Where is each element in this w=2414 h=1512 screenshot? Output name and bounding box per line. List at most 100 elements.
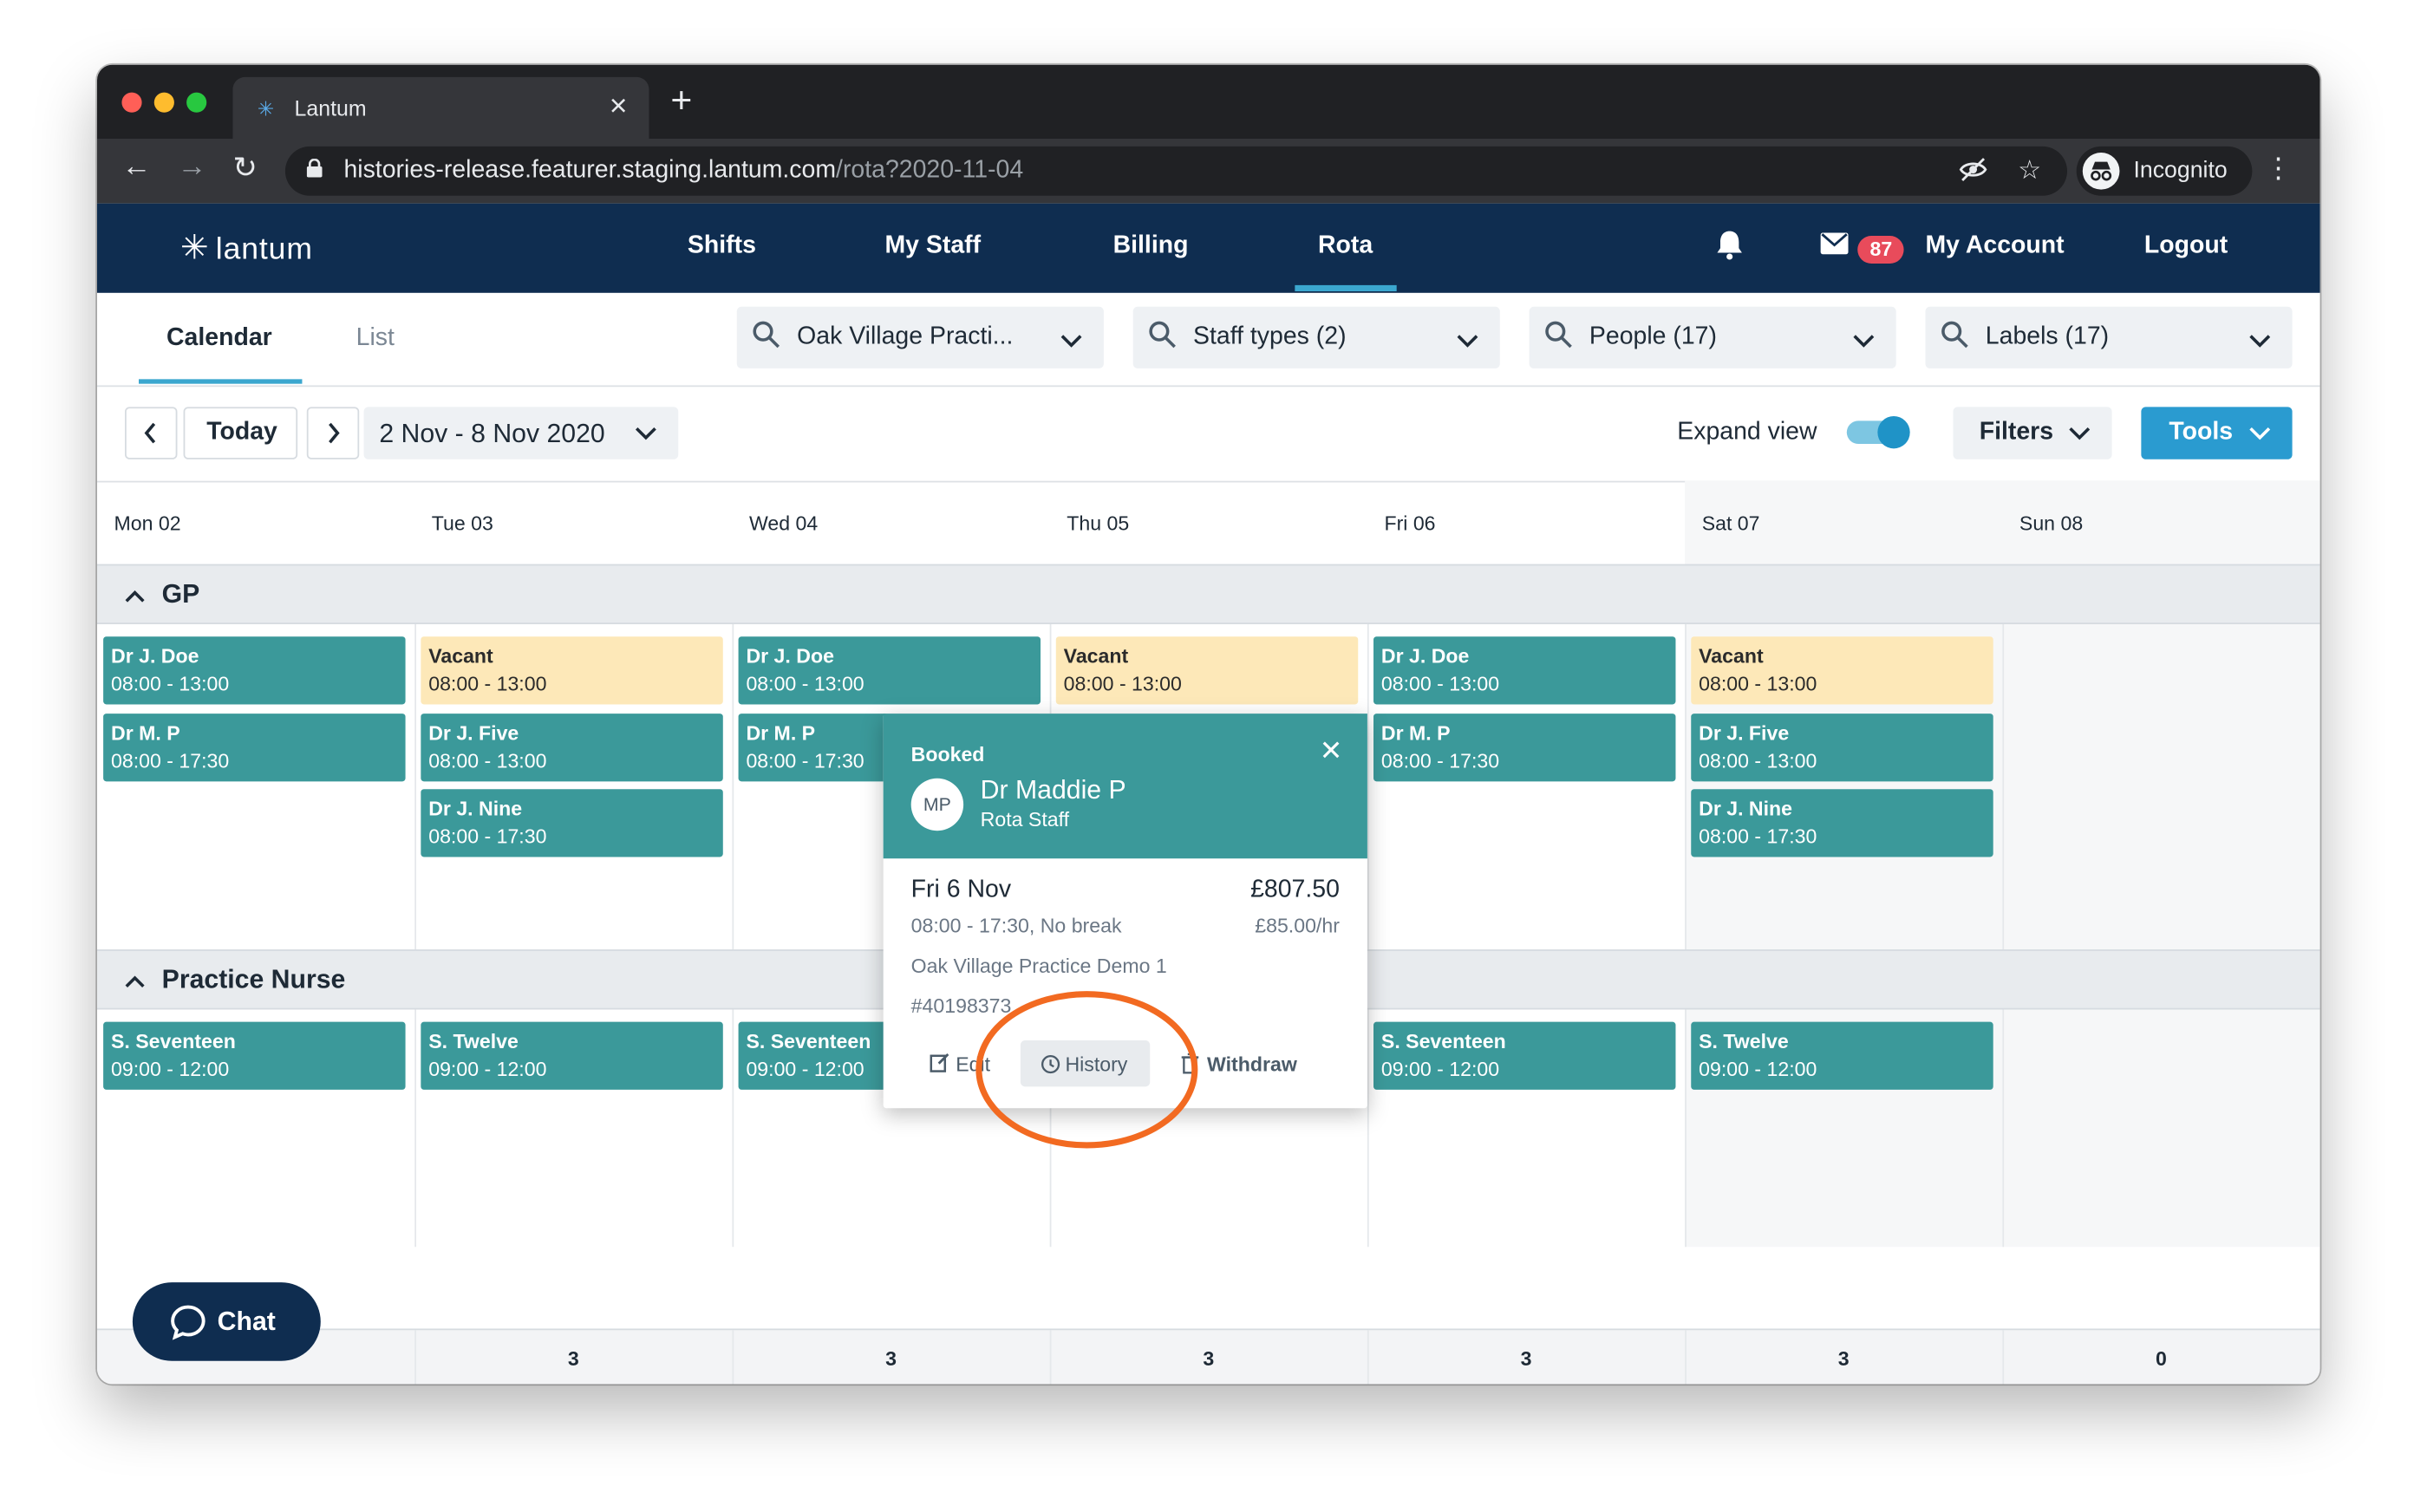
shift-time: 09:00 - 12:00 (1699, 1057, 1817, 1081)
chevron-up-icon[interactable] (125, 583, 145, 610)
shift-price: £807.50 (1250, 877, 1340, 903)
shift-staff-name: Vacant (1063, 644, 1129, 668)
filters-button[interactable]: Filters (1953, 407, 2112, 459)
nav-my-staff[interactable]: My Staff (884, 232, 981, 260)
minimize-window-dot[interactable] (153, 92, 174, 113)
shift-card[interactable]: Dr J. Doe 08:00 - 13:00 (1373, 636, 1676, 705)
tab-list[interactable]: List (356, 325, 395, 353)
shift-staff-name: Dr J. Doe (746, 644, 834, 668)
date-range-label: 2 Nov - 8 Nov 2020 (379, 419, 605, 449)
day-total: 0 (2156, 1346, 2167, 1371)
close-window-dot[interactable] (121, 92, 142, 113)
shift-card[interactable]: Dr J. Nine 08:00 - 17:30 (421, 789, 723, 857)
expand-view-toggle[interactable] (1846, 416, 1912, 449)
history-label: History (1065, 1053, 1128, 1076)
shift-card[interactable]: Dr M. P 08:00 - 17:30 (1373, 713, 1676, 781)
group-title: GP (161, 579, 200, 609)
close-tab-icon[interactable]: × (610, 89, 628, 125)
filter-label: Oak Village Practi... (797, 323, 1014, 350)
previous-week-button[interactable] (125, 407, 178, 459)
bell-icon[interactable] (1716, 230, 1744, 268)
today-button[interactable]: Today (183, 407, 298, 459)
browser-menu-icon[interactable]: ⋮ (2265, 153, 2293, 185)
close-icon[interactable]: ✕ (1320, 735, 1343, 767)
column-divider (1685, 622, 1687, 1248)
shift-card[interactable]: Vacant 08:00 - 13:00 (1691, 636, 1993, 705)
column-divider (1049, 1330, 1052, 1385)
forward-arrow-icon[interactable]: → (177, 151, 206, 185)
tab-calendar[interactable]: Calendar (166, 325, 272, 353)
search-icon (1544, 321, 1572, 356)
booking-status: Booked (910, 742, 985, 766)
shift-card[interactable]: Dr J. Nine 08:00 - 17:30 (1691, 789, 1993, 857)
withdraw-button[interactable]: Withdraw (1181, 1040, 1316, 1086)
filter-label: Labels (17) (1985, 323, 2110, 350)
lantum-logo[interactable]: ✳ lantum (180, 228, 313, 268)
location-filter-dropdown[interactable]: Oak Village Practi... (736, 306, 1104, 368)
mail-icon[interactable] (1820, 232, 1849, 262)
shift-card[interactable]: S. Twelve 09:00 - 12:00 (421, 1021, 723, 1090)
shift-card[interactable]: Dr J. Five 08:00 - 13:00 (1691, 713, 1993, 781)
eye-off-icon[interactable] (1959, 156, 1987, 192)
filter-label: Staff types (2) (1193, 323, 1347, 350)
staff-role: Rota Staff (980, 807, 1070, 831)
day-total: 3 (1837, 1346, 1850, 1371)
shift-card[interactable]: Dr M. P 08:00 - 17:30 (103, 713, 406, 781)
nav-billing[interactable]: Billing (1113, 232, 1189, 260)
maximize-window-dot[interactable] (186, 92, 207, 113)
shift-staff-name: Dr M. P (1380, 720, 1451, 744)
incognito-profile[interactable]: Incognito (2076, 146, 2253, 196)
edit-button[interactable]: Edit (926, 1040, 1009, 1086)
history-button[interactable]: History (1020, 1040, 1151, 1087)
chevron-down-icon (2069, 427, 2091, 440)
chevron-right-icon (329, 422, 340, 444)
tab-title: Lantum (294, 95, 367, 121)
shift-card[interactable]: S. Seventeen 09:00 - 12:00 (103, 1021, 406, 1090)
tools-button[interactable]: Tools (2141, 407, 2293, 459)
day-header: Mon 02 (114, 512, 181, 535)
shift-card[interactable]: S. Seventeen 09:00 - 12:00 (1373, 1021, 1676, 1090)
shift-staff-name: Dr M. P (111, 720, 180, 744)
shift-time: 08:00 - 13:00 (1699, 672, 1817, 695)
shift-time: 09:00 - 12:00 (1380, 1057, 1500, 1081)
nav-shifts[interactable]: Shifts (688, 232, 756, 260)
date-range-picker[interactable]: 2 Nov - 8 Nov 2020 (363, 407, 679, 459)
labels-filter-dropdown[interactable]: Labels (17) (1925, 306, 2293, 368)
people-filter-dropdown[interactable]: People (17) (1529, 306, 1896, 368)
chevron-up-icon[interactable] (125, 968, 145, 995)
staff-name[interactable]: Dr Maddie P (981, 775, 1126, 806)
chat-label: Chat (217, 1307, 276, 1337)
my-account-link[interactable]: My Account (1925, 232, 2064, 260)
bookmark-star-icon[interactable]: ☆ (2018, 156, 2041, 187)
next-week-button[interactable] (306, 407, 360, 459)
shift-card[interactable]: Dr J. Doe 08:00 - 13:00 (738, 636, 1041, 705)
shift-staff-name: S. Twelve (428, 1029, 519, 1053)
new-tab-icon[interactable]: + (670, 82, 692, 120)
browser-tab[interactable]: ✳ Lantum × (232, 76, 649, 140)
chat-bubble-icon (171, 1305, 206, 1340)
logout-link[interactable]: Logout (2144, 232, 2228, 260)
shift-card[interactable]: Vacant 08:00 - 13:00 (1055, 636, 1359, 705)
toggle-knob (1877, 416, 1910, 449)
staff-types-filter-dropdown[interactable]: Staff types (2) (1132, 306, 1500, 368)
shift-staff-name: Dr J. Five (1699, 720, 1790, 744)
shift-card[interactable]: Dr J. Doe 08:00 - 13:00 (103, 636, 406, 705)
address-bar[interactable]: histories-release.featurer.staging.lantu… (284, 146, 2068, 196)
shift-time: 09:00 - 12:00 (111, 1057, 230, 1081)
day-total: 3 (567, 1346, 579, 1371)
chat-launcher-button[interactable]: Chat (132, 1282, 321, 1361)
nav-rota[interactable]: Rota (1295, 232, 1395, 292)
shift-time: 08:00 - 13:00 (1063, 672, 1182, 695)
url-text: histories-release.featurer.staging.lantu… (343, 157, 1023, 185)
shift-card[interactable]: S. Twelve 09:00 - 12:00 (1691, 1021, 1993, 1090)
column-divider (2002, 1330, 2005, 1385)
back-arrow-icon[interactable]: ← (121, 151, 151, 185)
shift-card[interactable]: Vacant 08:00 - 13:00 (421, 636, 723, 705)
shift-card[interactable]: Dr J. Five 08:00 - 13:00 (421, 713, 723, 781)
reload-icon[interactable]: ↻ (232, 151, 257, 186)
logo-text: lantum (215, 232, 313, 267)
expand-view-label: Expand view (1677, 419, 1817, 446)
shift-time: 08:00 - 17:30 (111, 748, 230, 772)
lantum-favicon-icon: ✳ (257, 97, 275, 121)
column-divider (1367, 622, 1369, 1248)
